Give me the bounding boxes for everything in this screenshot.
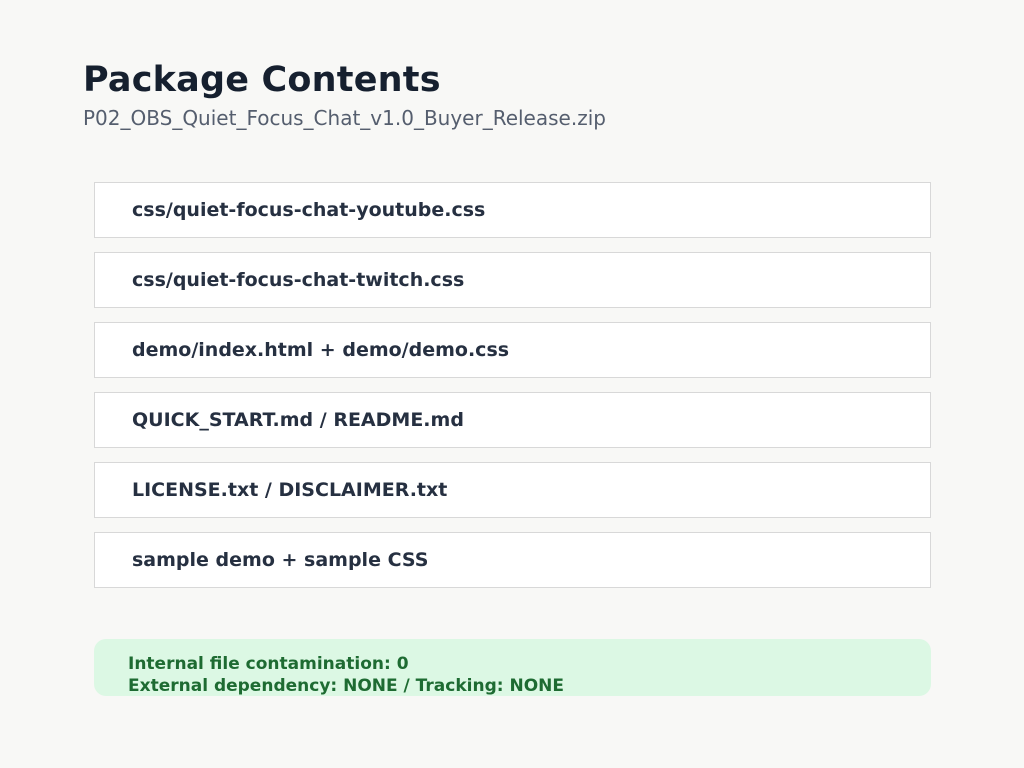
list-item: css/quiet-focus-chat-twitch.css xyxy=(94,252,931,308)
file-label: demo/index.html + demo/demo.css xyxy=(132,339,510,361)
dependency-status: External dependency: NONE / Tracking: NO… xyxy=(128,676,564,696)
list-item: css/quiet-focus-chat-youtube.css xyxy=(94,182,931,238)
status-panel: Internal file contamination: 0 External … xyxy=(94,639,931,696)
contamination-status: Internal file contamination: 0 xyxy=(128,654,409,674)
package-contents-page: Package Contents P02_OBS_Quiet_Focus_Cha… xyxy=(0,0,1024,768)
file-label: css/quiet-focus-chat-youtube.css xyxy=(132,199,486,221)
file-list: css/quiet-focus-chat-youtube.css css/qui… xyxy=(94,182,931,602)
list-item: QUICK_START.md / README.md xyxy=(94,392,931,448)
file-label: LICENSE.txt / DISCLAIMER.txt xyxy=(132,479,448,501)
file-label: QUICK_START.md / README.md xyxy=(132,409,464,431)
page-title: Package Contents xyxy=(83,60,441,100)
list-item: demo/index.html + demo/demo.css xyxy=(94,322,931,378)
file-label: css/quiet-focus-chat-twitch.css xyxy=(132,269,465,291)
list-item: LICENSE.txt / DISCLAIMER.txt xyxy=(94,462,931,518)
list-item: sample demo + sample CSS xyxy=(94,532,931,588)
file-label: sample demo + sample CSS xyxy=(132,549,429,571)
package-filename: P02_OBS_Quiet_Focus_Chat_v1.0_Buyer_Rele… xyxy=(83,106,606,130)
